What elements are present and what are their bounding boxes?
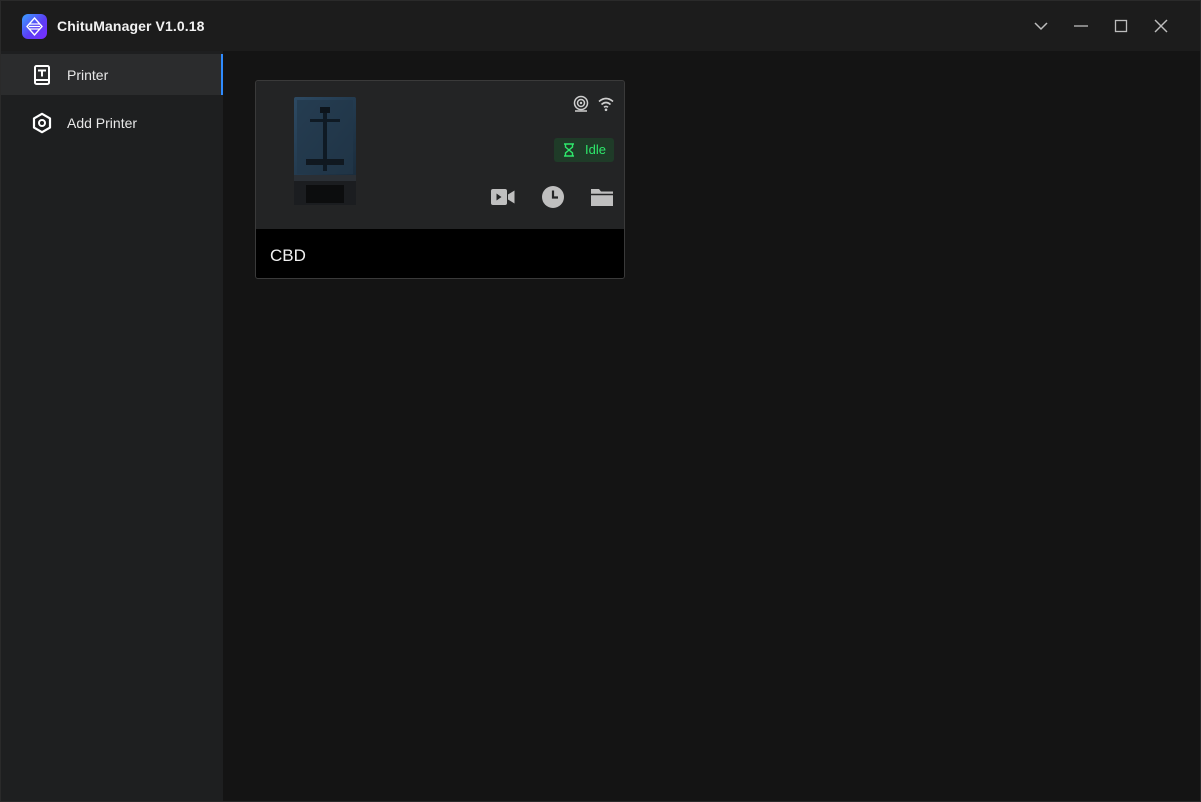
sidebar-item-add-printer[interactable]: Add Printer [1, 102, 223, 143]
printer-name: CBD [270, 246, 306, 265]
sidebar-item-label: Add Printer [67, 115, 138, 131]
close-icon [1153, 18, 1169, 34]
close-button[interactable] [1148, 13, 1174, 39]
printer-image [294, 97, 358, 207]
dropdown-button[interactable] [1028, 13, 1054, 39]
status-label: Idle [585, 142, 606, 157]
history-button[interactable] [539, 185, 567, 213]
folder-icon [590, 186, 614, 213]
minimize-icon [1073, 18, 1089, 34]
sidebar: Printer Add Printer [1, 51, 223, 801]
printer-card[interactable]: Idle CBD [255, 80, 625, 279]
video-button[interactable] [489, 185, 517, 213]
maximize-icon [1113, 18, 1129, 34]
minimize-button[interactable] [1068, 13, 1094, 39]
title-bar: ChituManager V1.0.18 [1, 1, 1200, 51]
hourglass-icon [562, 143, 576, 162]
printer-card-header: Idle [256, 81, 624, 229]
video-icon [490, 186, 516, 213]
sidebar-item-label: Printer [67, 67, 109, 83]
printer-card-footer [256, 229, 624, 278]
camera-lens-icon [572, 95, 590, 118]
wifi-icon [597, 95, 615, 118]
app-window: ChituManager V1.0.18 Printer Add Printer… [0, 0, 1201, 802]
folder-button[interactable] [588, 185, 616, 213]
sidebar-item-printer[interactable]: Printer [1, 54, 223, 95]
history-clock-icon [541, 185, 565, 214]
status-badge: Idle [554, 138, 614, 162]
app-title: ChituManager V1.0.18 [57, 18, 205, 34]
app-logo-icon [22, 14, 47, 39]
maximize-button[interactable] [1108, 13, 1134, 39]
printer-icon [31, 64, 53, 86]
chevron-down-icon [1033, 18, 1049, 34]
hexagon-add-icon [31, 112, 53, 134]
